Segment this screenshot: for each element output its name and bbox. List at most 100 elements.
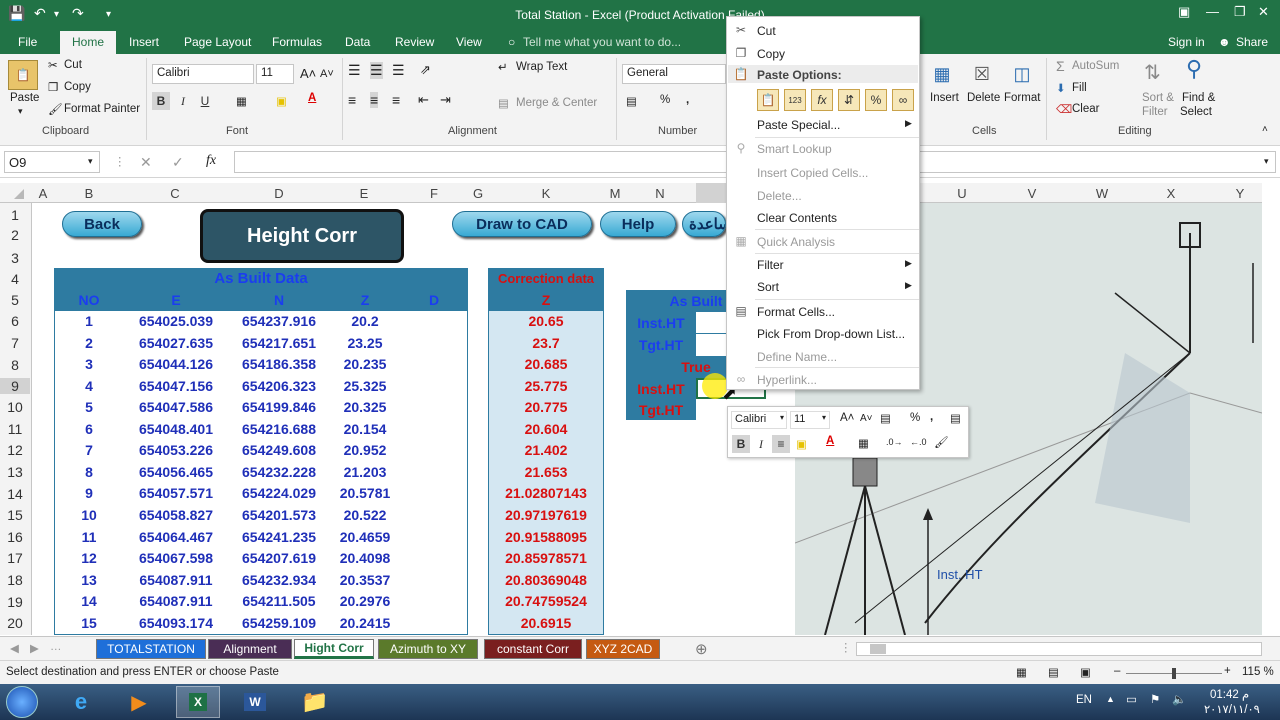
zoom-slider-thumb[interactable]: [1172, 668, 1176, 679]
column-header[interactable]: U: [930, 186, 994, 201]
correction-cell[interactable]: 21.402: [488, 442, 604, 458]
delete-cells-button[interactable]: Delete: [967, 92, 1000, 104]
table-cell[interactable]: 9: [54, 485, 124, 501]
autosum-button[interactable]: AutoSum: [1072, 60, 1119, 72]
ie-icon[interactable]: e: [66, 688, 96, 716]
correction-cell[interactable]: 21.653: [488, 464, 604, 480]
percent-icon[interactable]: %: [910, 412, 920, 424]
table-cell[interactable]: 654217.651: [228, 335, 330, 351]
tab-view[interactable]: View: [456, 35, 482, 49]
table-cell[interactable]: 20.325: [330, 399, 400, 415]
start-button[interactable]: [6, 686, 38, 718]
shrink-font-icon[interactable]: A˅: [320, 68, 334, 80]
menu-item-quick-analysis[interactable]: Quick Analysis: [757, 235, 835, 249]
table-cell[interactable]: 23.25: [330, 335, 400, 351]
table-cell[interactable]: 3: [54, 356, 124, 372]
table-cell[interactable]: 20.2976: [330, 593, 400, 609]
row-header[interactable]: 9: [0, 378, 30, 394]
menu-item-define-name[interactable]: Define Name...: [757, 350, 837, 364]
select-all-icon[interactable]: [14, 189, 24, 199]
row-header[interactable]: 6: [0, 313, 30, 329]
table-cell[interactable]: 21.203: [330, 464, 400, 480]
table-cell[interactable]: 12: [54, 550, 124, 566]
format-table-icon[interactable]: ▤: [950, 411, 961, 425]
zoom-level[interactable]: 115 %: [1242, 666, 1274, 678]
tab-insert[interactable]: Insert: [129, 35, 159, 49]
column-header[interactable]: V: [998, 186, 1066, 201]
sign-in-link[interactable]: Sign in: [1168, 35, 1205, 49]
sheet-tab[interactable]: XYZ 2CAD: [586, 639, 660, 659]
enter-icon[interactable]: ✓: [172, 154, 184, 171]
decrease-indent-icon[interactable]: ⇤: [418, 92, 429, 108]
tab-data[interactable]: Data: [345, 35, 370, 49]
normal-view-icon[interactable]: ▦: [1016, 665, 1027, 679]
menu-item-insert-copied-cells[interactable]: Insert Copied Cells...: [757, 166, 868, 180]
paste-formulas-icon[interactable]: fx: [811, 89, 833, 111]
next-sheet-icon[interactable]: ▶: [30, 641, 39, 655]
correction-cell[interactable]: 20.80369048: [488, 572, 604, 588]
percent-icon[interactable]: %: [660, 94, 670, 106]
mini-fill-color-icon[interactable]: ▣: [796, 437, 807, 451]
table-cell[interactable]: 654057.571: [124, 485, 228, 501]
table-cell[interactable]: 1: [54, 313, 124, 329]
table-cell[interactable]: 15: [54, 615, 124, 631]
correction-cell[interactable]: 20.6915: [488, 615, 604, 631]
sheet-tab[interactable]: Alignment: [208, 639, 292, 659]
menu-item-paste-special[interactable]: Paste Special...: [757, 118, 840, 132]
font-color-icon[interactable]: A: [308, 92, 316, 104]
row-header[interactable]: 14: [0, 486, 30, 502]
table-cell[interactable]: 20.154: [330, 421, 400, 437]
table-cell[interactable]: 20.2415: [330, 615, 400, 631]
table-cell[interactable]: 654186.358: [228, 356, 330, 372]
correction-cell[interactable]: 20.74759524: [488, 593, 604, 609]
collapse-ribbon-icon[interactable]: ˄: [1262, 124, 1268, 135]
grow-font-icon[interactable]: A˄: [300, 66, 316, 81]
paste-icon[interactable]: 📋: [8, 60, 38, 90]
correction-cell[interactable]: 25.775: [488, 378, 604, 394]
correction-cell[interactable]: 20.775: [488, 399, 604, 415]
table-cell[interactable]: 20.3537: [330, 572, 400, 588]
accounting-icon[interactable]: ▤: [880, 411, 891, 425]
paste-transpose-icon[interactable]: ⇵: [838, 89, 860, 111]
page-layout-view-icon[interactable]: ▤: [1048, 665, 1059, 679]
horizontal-scrollbar[interactable]: [856, 642, 1262, 656]
table-cell[interactable]: 654249.608: [228, 442, 330, 458]
sheet-tab[interactable]: Azimuth to XY: [378, 639, 478, 659]
mini-font-dropdown-icon[interactable]: ▾: [780, 413, 784, 422]
network-icon[interactable]: ▭: [1126, 692, 1137, 706]
borders-icon[interactable]: ▦: [236, 94, 247, 108]
table-cell[interactable]: 4: [54, 378, 124, 394]
table-cell[interactable]: 25.325: [330, 378, 400, 394]
merge-center-button[interactable]: Merge & Center: [516, 97, 597, 109]
menu-item-copy[interactable]: Copy: [757, 47, 785, 61]
minimize-icon[interactable]: —: [1206, 4, 1219, 19]
row-header[interactable]: 13: [0, 464, 30, 480]
menu-item-pick-from-list[interactable]: Pick From Drop-down List...: [757, 327, 905, 341]
correction-cell[interactable]: 20.65: [488, 313, 604, 329]
volume-icon[interactable]: 🔈: [1172, 692, 1186, 706]
correction-cell[interactable]: 20.685: [488, 356, 604, 372]
table-cell[interactable]: 654206.323: [228, 378, 330, 394]
tray-arrow-icon[interactable]: ▲: [1106, 694, 1115, 704]
media-player-icon[interactable]: ▶: [124, 688, 154, 716]
explorer-icon[interactable]: 📁: [298, 688, 332, 716]
number-format-combo[interactable]: General: [622, 64, 726, 84]
row-header[interactable]: 17: [0, 550, 30, 566]
column-header[interactable]: Y: [1206, 186, 1274, 201]
paste-formatting-icon[interactable]: %: [865, 89, 887, 111]
close-icon[interactable]: ✕: [1258, 4, 1269, 20]
menu-item-sort[interactable]: Sort: [757, 280, 779, 294]
mini-size-dropdown-icon[interactable]: ▾: [822, 413, 826, 422]
worksheet-grid[interactable]: Inst. HT Back Height Corr Draw to CAD He…: [32, 203, 1263, 636]
tab-formulas[interactable]: Formulas: [272, 35, 322, 49]
table-cell[interactable]: 654053.226: [124, 442, 228, 458]
menu-item-clear-contents[interactable]: Clear Contents: [757, 211, 837, 225]
row-header[interactable]: 10: [0, 399, 30, 415]
zoom-out-icon[interactable]: –: [1114, 665, 1120, 677]
menu-item-filter[interactable]: Filter: [757, 258, 784, 272]
tab-split-icon[interactable]: ⋮: [840, 640, 852, 654]
column-header[interactable]: K: [490, 186, 602, 201]
table-cell[interactable]: 13: [54, 572, 124, 588]
table-cell[interactable]: 654241.235: [228, 529, 330, 545]
row-header[interactable]: 11: [0, 421, 30, 437]
